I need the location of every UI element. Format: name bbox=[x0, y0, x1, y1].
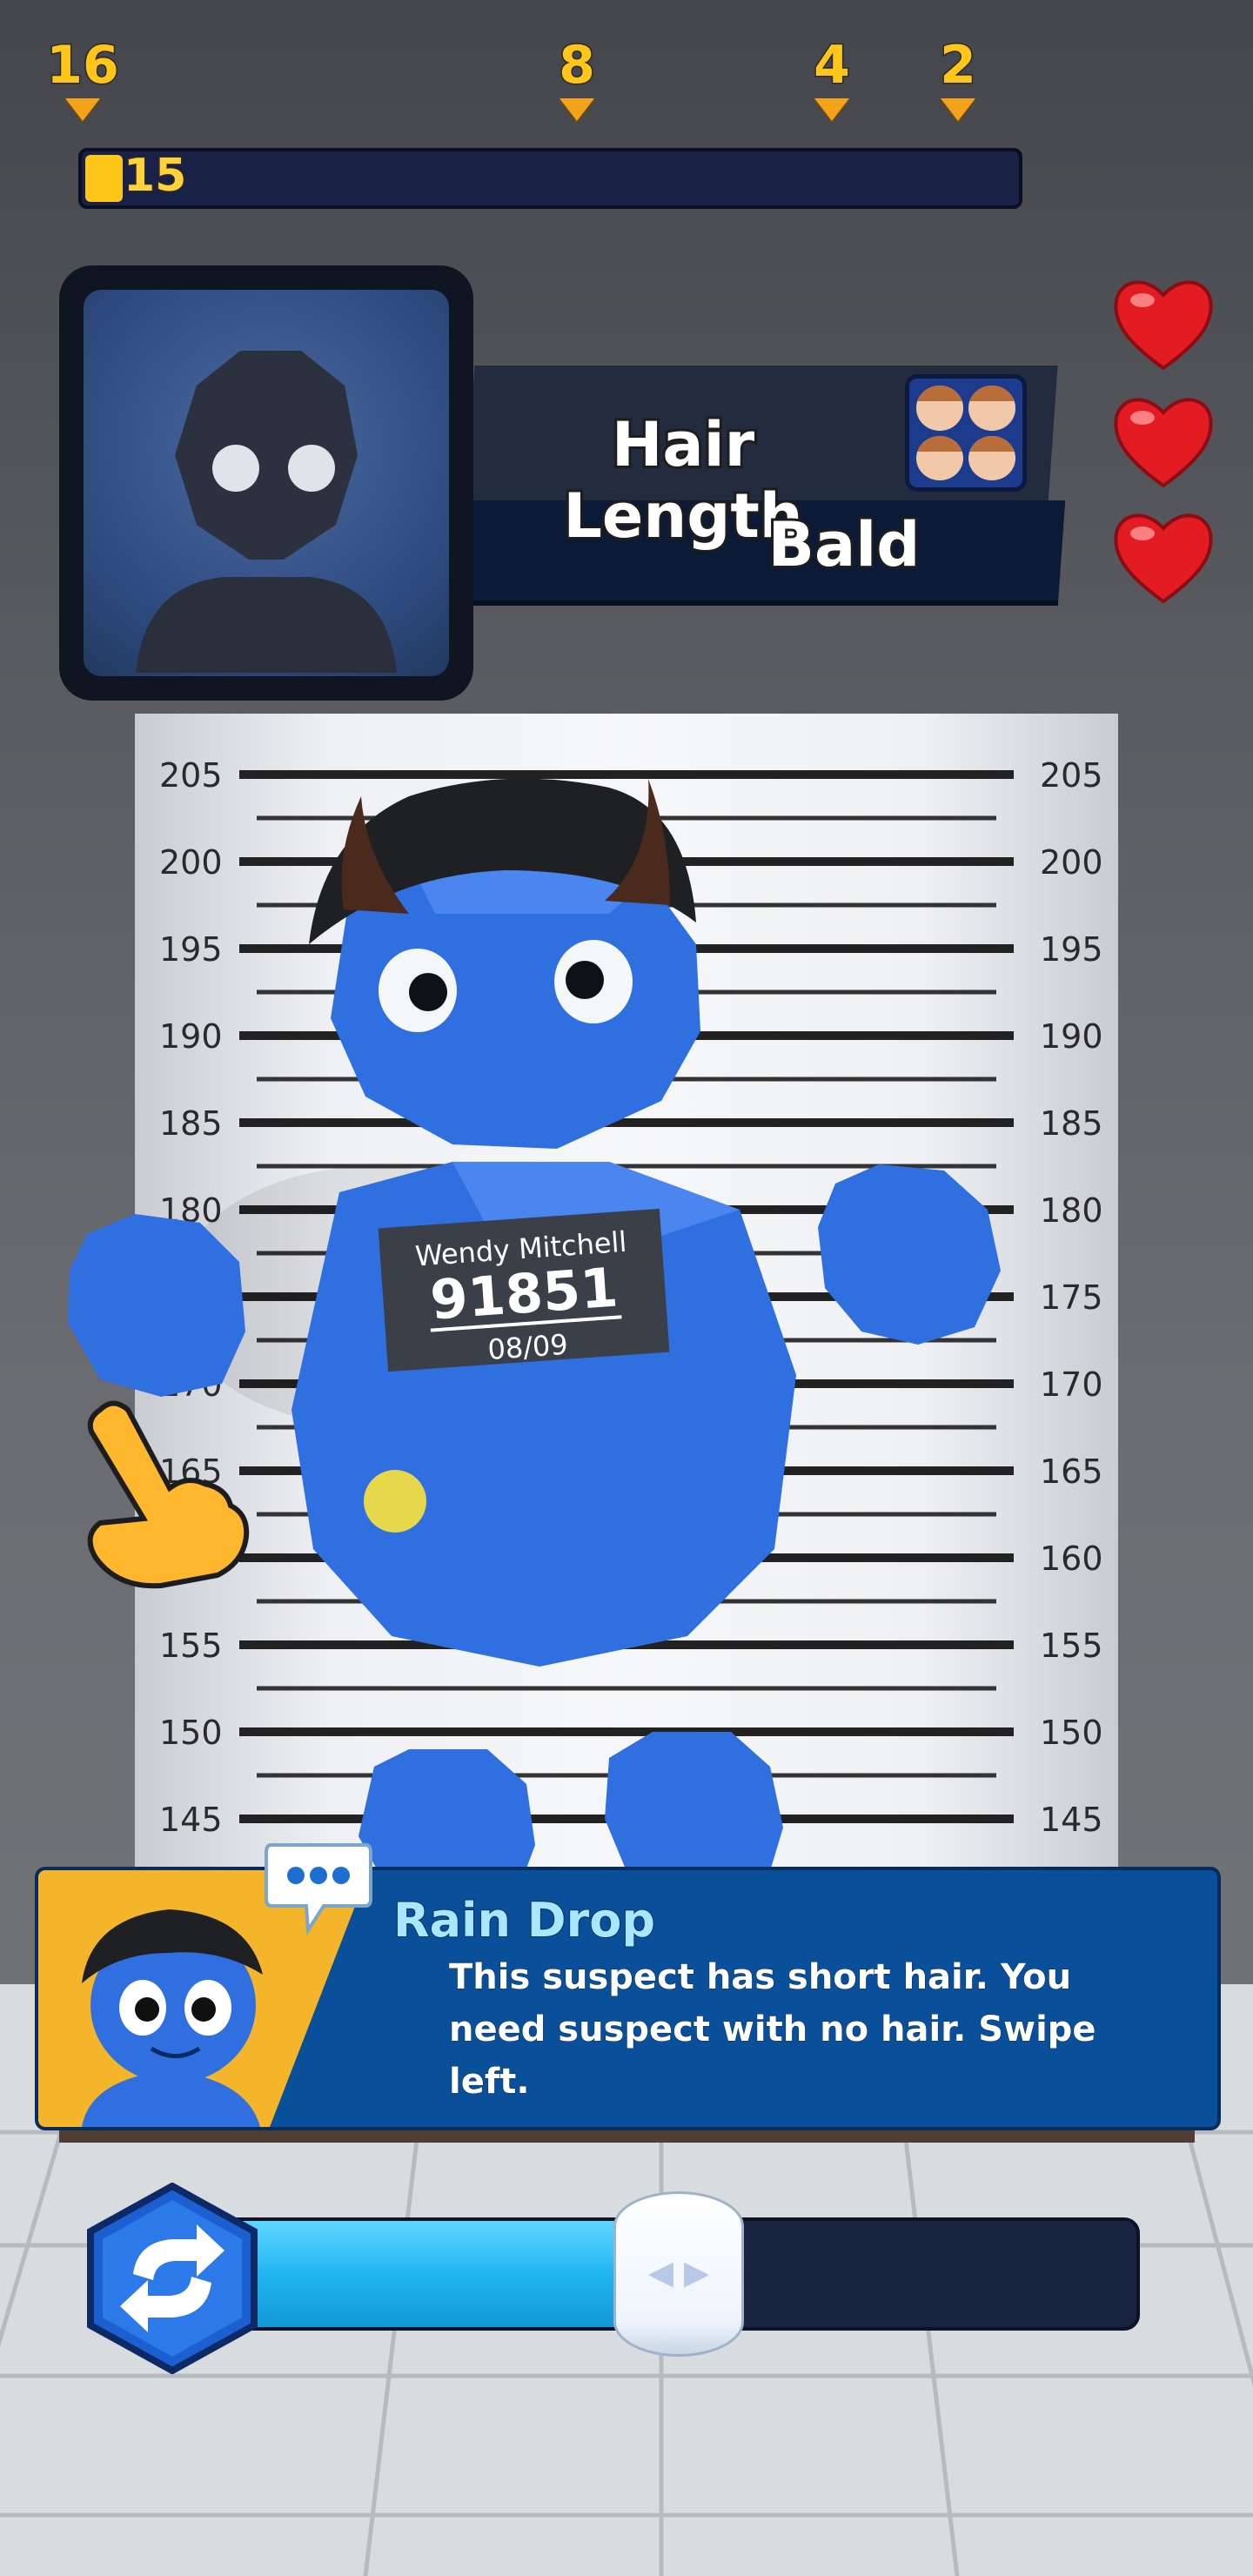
height-label-right: 150 bbox=[1040, 1714, 1103, 1752]
height-label-right: 155 bbox=[1040, 1627, 1103, 1665]
face-icon bbox=[968, 435, 1015, 480]
milestone-marker-icon bbox=[559, 98, 594, 121]
hair-faces-icon bbox=[905, 374, 1027, 492]
heart-icon bbox=[1114, 280, 1213, 371]
height-label-right: 165 bbox=[1040, 1452, 1103, 1491]
face-icon bbox=[916, 386, 963, 431]
dialog-text: This suspect has short hair. You need su… bbox=[449, 1957, 1097, 2103]
height-label-right: 185 bbox=[1040, 1104, 1103, 1143]
height-label-right: 205 bbox=[1040, 756, 1103, 795]
suspect-nameplate: Wendy Mitchell 91851 08/09 bbox=[378, 1208, 670, 1372]
progress-current-label: 15 bbox=[122, 149, 187, 204]
milestone-4: 4 bbox=[793, 35, 871, 121]
heart-icon bbox=[1114, 513, 1213, 604]
height-label-right: 160 bbox=[1040, 1540, 1103, 1578]
speaker-name: Rain Drop bbox=[392, 1892, 656, 1949]
swap-suspect-button[interactable] bbox=[85, 2183, 259, 2374]
heart-icon bbox=[1114, 398, 1213, 488]
milestone-label: 4 bbox=[813, 35, 852, 96]
height-label-right: 170 bbox=[1040, 1365, 1103, 1404]
suspect-number: 91851 bbox=[426, 1256, 622, 1332]
milestone-8: 8 bbox=[538, 35, 616, 121]
trait-value: Bald bbox=[766, 506, 923, 583]
progress-fill bbox=[85, 155, 123, 202]
height-label-right: 145 bbox=[1040, 1801, 1103, 1839]
target-portrait-frame bbox=[59, 265, 473, 701]
milestone-marker-icon bbox=[814, 98, 849, 121]
target-silhouette bbox=[84, 290, 449, 676]
milestone-label: 8 bbox=[558, 35, 597, 96]
face-icon bbox=[968, 386, 1015, 431]
speech-bubble-icon bbox=[265, 1843, 372, 1936]
height-label-left: 150 bbox=[159, 1714, 223, 1752]
pointing-hand-icon bbox=[87, 1400, 250, 1589]
milestone-marker-icon bbox=[65, 98, 100, 121]
height-label-left: 175 bbox=[159, 1278, 223, 1317]
height-label-left: 190 bbox=[159, 1017, 223, 1056]
height-label-left: 145 bbox=[159, 1801, 223, 1839]
height-label-left: 195 bbox=[159, 930, 223, 969]
left-right-arrows-icon: ◀ ▶ bbox=[647, 2253, 710, 2291]
milestone-label: 16 bbox=[45, 35, 121, 96]
height-label-right: 200 bbox=[1040, 843, 1103, 882]
height-label-left: 200 bbox=[159, 843, 223, 882]
milestone-16: 16 bbox=[44, 35, 122, 121]
height-label-right: 175 bbox=[1040, 1278, 1103, 1317]
height-label-right: 190 bbox=[1040, 1017, 1103, 1056]
height-label-left: 205 bbox=[159, 756, 223, 795]
height-label-right: 195 bbox=[1040, 930, 1103, 969]
height-label-left: 155 bbox=[159, 1627, 223, 1665]
height-label-left: 185 bbox=[159, 1104, 223, 1143]
swipe-slider-handle[interactable]: ◀ ▶ bbox=[613, 2191, 744, 2357]
height-label-right: 180 bbox=[1040, 1191, 1103, 1230]
milestone-marker-icon bbox=[941, 98, 975, 121]
milestone-2: 2 bbox=[919, 35, 997, 121]
face-icon bbox=[916, 435, 963, 480]
height-label-left: 180 bbox=[159, 1191, 223, 1230]
level-progress-bar: 15 bbox=[78, 148, 1022, 209]
milestone-label: 2 bbox=[939, 35, 978, 96]
